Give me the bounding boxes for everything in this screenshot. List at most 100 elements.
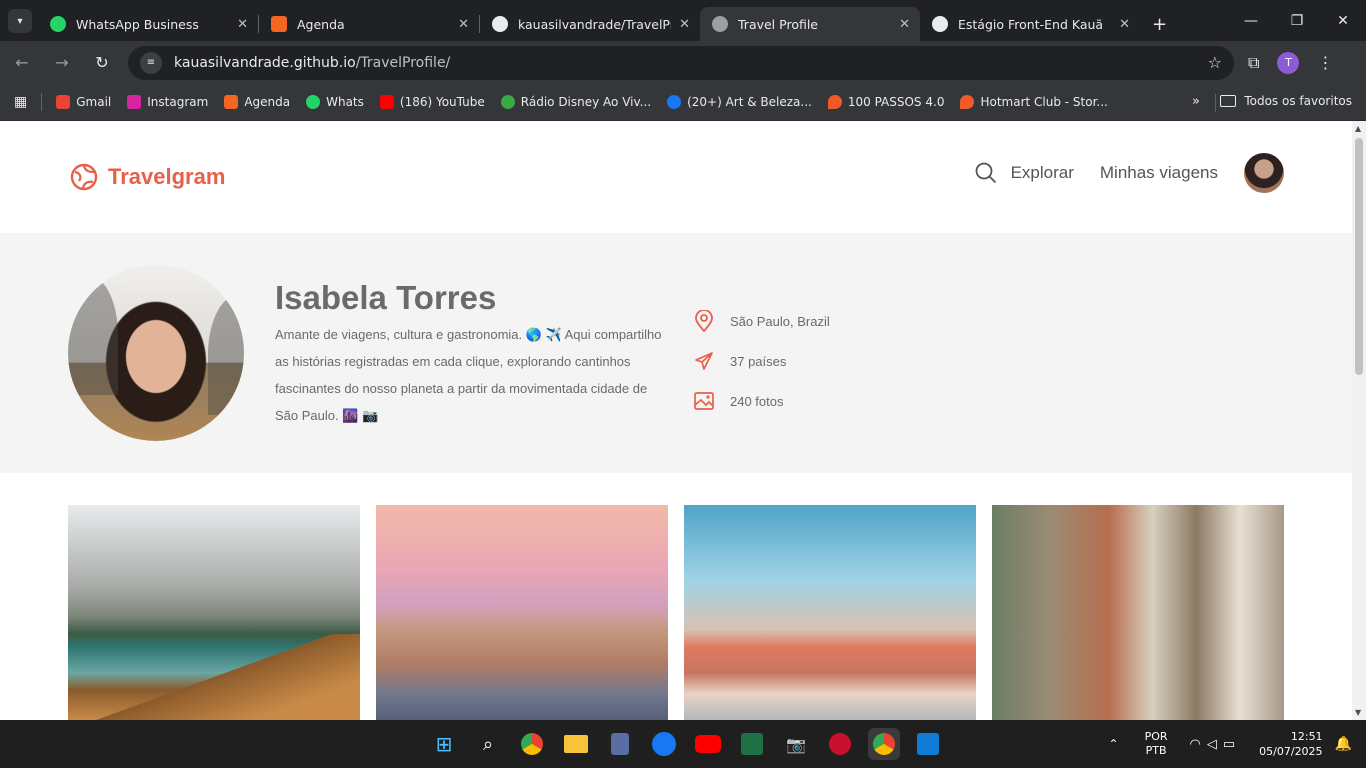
bookmark-star-icon[interactable]: ☆: [1208, 53, 1222, 72]
new-tab-button[interactable]: +: [1152, 14, 1167, 35]
gallery-photo-venice-canal[interactable]: [376, 505, 668, 720]
whatsapp-icon: [50, 16, 66, 32]
gmail-icon: [56, 95, 71, 109]
tab-title: kauasilvandrade/TravelProfile: [518, 16, 671, 32]
close-icon[interactable]: ✕: [1119, 17, 1130, 32]
wifi-volume-battery-icons[interactable]: ◠◁▭: [1190, 737, 1242, 752]
close-icon[interactable]: ✕: [237, 17, 248, 32]
scroll-down-icon[interactable]: ▼: [1355, 708, 1361, 717]
clock-time: 12:51: [1290, 730, 1323, 743]
tab-github[interactable]: kauasilvandrade/TravelProfile ✕: [480, 7, 700, 41]
clock-date: 05/07/2025: [1259, 745, 1323, 758]
restore-icon[interactable]: ❐: [1274, 0, 1320, 41]
site-header: Travelgram Explorar Minhas viagens: [0, 121, 1352, 233]
stat-location: São Paulo, Brazil: [694, 301, 830, 341]
bookmark-label: Instagram: [147, 95, 209, 109]
scrollbar-thumb[interactable]: [1355, 138, 1363, 375]
file-explorer-icon[interactable]: [560, 728, 592, 760]
bookmark-100-passos[interactable]: 100 PASSOS 4.0: [827, 95, 944, 109]
youtube-icon: [379, 95, 394, 109]
search-icon[interactable]: [975, 162, 997, 184]
chevron-up-icon[interactable]: ⌃: [1109, 737, 1119, 751]
bookmark-radio-disney[interactable]: Rádio Disney Ao Viv...: [500, 95, 652, 109]
vscode-icon[interactable]: [912, 728, 944, 760]
gallery-photo-lake[interactable]: [68, 505, 360, 720]
clock[interactable]: 12:51 05/07/2025: [1259, 729, 1322, 759]
site-logo[interactable]: Travelgram: [70, 163, 225, 191]
agenda-icon: [224, 95, 239, 109]
reload-icon[interactable]: ↻: [84, 45, 120, 81]
facebook-icon[interactable]: [648, 728, 680, 760]
language-indicator[interactable]: POR PTB: [1145, 730, 1168, 758]
forward-icon[interactable]: →: [44, 45, 80, 81]
site-info-icon[interactable]: ≡: [140, 51, 162, 74]
close-icon[interactable]: ✕: [899, 17, 910, 32]
profile-avatar[interactable]: T: [1277, 51, 1300, 74]
lang-secondary: PTB: [1145, 744, 1167, 757]
nav-explore[interactable]: Explorar: [1011, 163, 1074, 183]
globe-icon: [712, 16, 728, 32]
bookmark-whats[interactable]: Whats: [306, 95, 364, 109]
calculator-icon[interactable]: [604, 728, 636, 760]
bookmark-label: Agenda: [244, 95, 291, 109]
gallery-photo-rialto-bridge[interactable]: [684, 505, 976, 720]
bookmark-label: Hotmart Club - Stor...: [980, 95, 1108, 109]
browser-tab-strip: ▾ WhatsApp Business ✕ Agenda ✕ kauasilva…: [0, 0, 1366, 41]
bookmark-label: (20+) Art & Beleza...: [687, 95, 812, 109]
hotmart-flame-icon: [960, 95, 975, 109]
nav-my-trips[interactable]: Minhas viagens: [1100, 163, 1218, 183]
user-avatar[interactable]: [1244, 153, 1284, 193]
windows-start-icon[interactable]: ⊞: [428, 728, 460, 760]
logo-text: Travelgram: [108, 164, 226, 189]
agenda-icon: [271, 16, 287, 32]
app-red-icon[interactable]: [824, 728, 856, 760]
bookmark-hotmart[interactable]: Hotmart Club - Stor...: [960, 95, 1108, 109]
tab-estagio[interactable]: Estágio Front-End Kauã ✕: [920, 7, 1140, 41]
tab-search-button[interactable]: ▾: [8, 9, 32, 33]
chrome-icon[interactable]: [516, 728, 548, 760]
photo-gallery: [68, 505, 1284, 720]
apps-grid-icon[interactable]: ▦: [14, 94, 27, 110]
globe-icon: [70, 163, 98, 191]
bookmark-label: Rádio Disney Ao Viv...: [520, 95, 652, 109]
page-scrollbar[interactable]: ▲ ▼: [1352, 121, 1366, 720]
youtube-icon[interactable]: [692, 728, 724, 760]
tab-agenda[interactable]: Agenda ✕: [259, 7, 479, 41]
scroll-up-icon[interactable]: ▲: [1355, 124, 1361, 133]
notifications-icon[interactable]: 🔔: [1335, 736, 1352, 752]
more-bookmarks-icon[interactable]: »: [1192, 94, 1200, 109]
hotmart-flame-icon: [827, 95, 842, 109]
minimize-icon[interactable]: —: [1228, 0, 1274, 41]
gallery-photo-venice-street[interactable]: [992, 505, 1284, 720]
page-viewport: Travelgram Explorar Minhas viagens Isabe…: [0, 121, 1352, 720]
profile-photo: [68, 265, 244, 441]
stat-location-text: São Paulo, Brazil: [730, 313, 830, 329]
close-icon[interactable]: ✕: [679, 17, 690, 32]
brazil-flag-icon: [500, 95, 515, 109]
taskbar-apps: ⊞ ⌕ 📷: [428, 728, 944, 760]
back-icon[interactable]: ←: [4, 45, 40, 81]
bookmark-facebook[interactable]: (20+) Art & Beleza...: [667, 95, 812, 109]
all-bookmarks-button[interactable]: Todos os favoritos: [1220, 94, 1352, 108]
search-icon[interactable]: ⌕: [472, 728, 504, 760]
extensions-icon[interactable]: ⧉: [1248, 53, 1259, 73]
tab-whatsapp[interactable]: WhatsApp Business ✕: [38, 7, 258, 41]
bookmark-gmail[interactable]: Gmail: [56, 95, 111, 109]
browser-toolbar: ← → ↻ ≡ kauasilvandrade.github.io/Travel…: [0, 41, 1366, 84]
bookmark-instagram[interactable]: Instagram: [127, 95, 208, 109]
excel-icon[interactable]: [736, 728, 768, 760]
menu-kebab-icon[interactable]: ⋮: [1317, 53, 1333, 72]
tab-travel-profile[interactable]: Travel Profile ✕: [700, 7, 920, 41]
bookmark-youtube[interactable]: (186) YouTube: [379, 95, 485, 109]
facebook-icon: [667, 95, 682, 109]
bookmark-agenda[interactable]: Agenda: [224, 95, 290, 109]
location-pin-icon: [695, 310, 713, 332]
address-bar[interactable]: ≡ kauasilvandrade.github.io/TravelProfil…: [128, 45, 1234, 80]
camera-icon[interactable]: 📷: [780, 728, 812, 760]
close-window-icon[interactable]: ✕: [1320, 0, 1366, 41]
folder-icon: [1220, 95, 1237, 107]
url-text[interactable]: kauasilvandrade.github.io/TravelProfile/: [174, 55, 1208, 71]
window-controls: — ❐ ✕: [1228, 0, 1366, 41]
chrome-profile-icon[interactable]: [868, 728, 900, 760]
close-icon[interactable]: ✕: [458, 17, 469, 32]
